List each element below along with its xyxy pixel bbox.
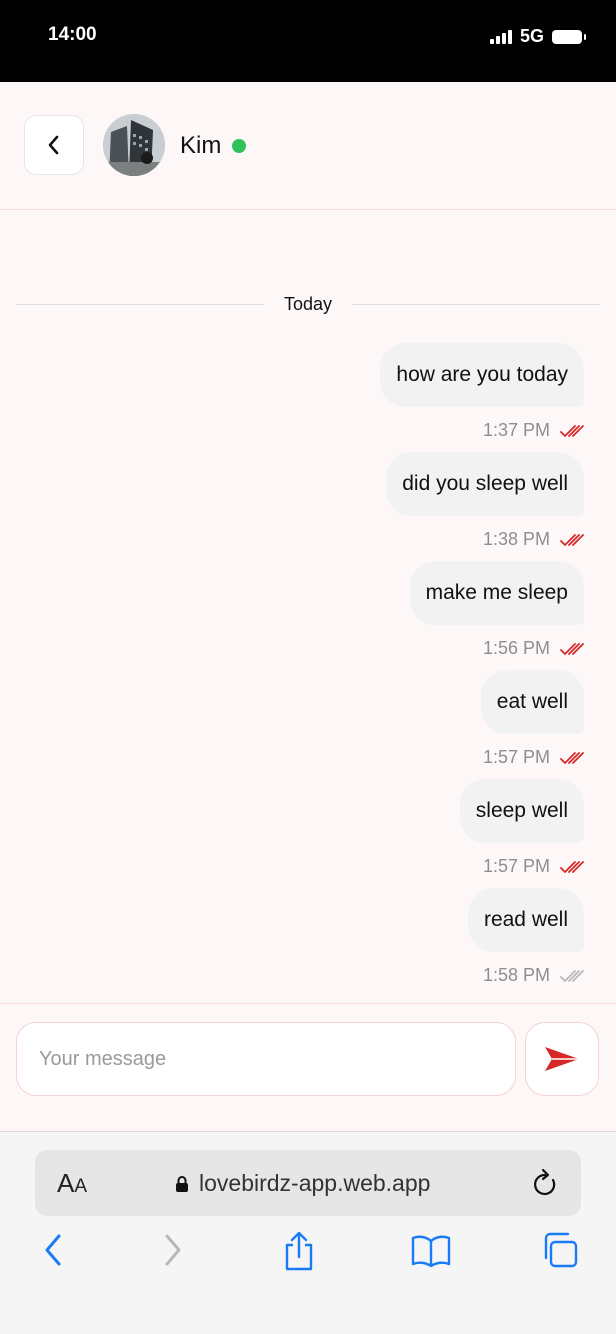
message-meta: 1:37 PM: [483, 420, 584, 441]
back-button[interactable]: [24, 115, 84, 175]
message-meta: 1:57 PM: [483, 856, 584, 877]
contact-name: Kim: [180, 132, 222, 159]
browser-back-icon[interactable]: [40, 1230, 66, 1270]
message-bubble[interactable]: sleep well: [459, 779, 584, 843]
chat-header: Kim: [0, 82, 616, 210]
message-bubble[interactable]: read well: [467, 888, 584, 952]
double-check-icon: [560, 751, 584, 764]
message-time: 1:57 PM: [482, 856, 550, 876]
browser-forward-icon[interactable]: [160, 1230, 186, 1270]
send-icon: [545, 1047, 579, 1071]
send-button[interactable]: [525, 1022, 599, 1096]
status-time: 14:00: [48, 24, 97, 45]
message-time: 1:38 PM: [482, 529, 550, 549]
bookmarks-icon[interactable]: [410, 1230, 452, 1270]
network-label: 5G: [519, 26, 544, 46]
text-size-label-small: A: [74, 1176, 88, 1197]
message-input[interactable]: [16, 1022, 516, 1096]
message-meta: 1:38 PM: [483, 529, 584, 550]
share-icon[interactable]: [282, 1230, 316, 1272]
status-bar: 14:00 5G: [0, 0, 616, 82]
message-bubble[interactable]: make me sleep: [409, 561, 584, 625]
message-time: 1:37 PM: [482, 420, 550, 440]
message-time: 1:57 PM: [482, 747, 550, 767]
message-bubble[interactable]: eat well: [480, 670, 584, 734]
double-check-icon: [560, 860, 584, 873]
double-check-icon: [560, 424, 584, 437]
battery-icon: [552, 29, 586, 44]
status-indicators: 5G: [489, 26, 586, 47]
text-size-button[interactable]: AA: [57, 1168, 87, 1199]
signal-icon: [489, 29, 512, 44]
message-composer: [0, 1003, 616, 1132]
message-meta: 1:58 PM: [483, 965, 584, 986]
double-check-icon: [560, 533, 584, 546]
browser-toolbar: AA lovebirdz-app.web.app: [0, 1131, 616, 1334]
tabs-icon[interactable]: [542, 1230, 580, 1270]
text-size-label-big: A: [57, 1168, 75, 1198]
url-text: lovebirdz-app.web.app: [199, 1170, 431, 1196]
lock-icon: [176, 1175, 188, 1192]
address-bar[interactable]: AA lovebirdz-app.web.app: [35, 1150, 581, 1216]
message-bubble[interactable]: how are you today: [380, 343, 584, 407]
message-time: 1:58 PM: [482, 965, 550, 985]
message-bubble[interactable]: did you sleep well: [386, 452, 584, 516]
message-time: 1:56 PM: [482, 638, 550, 658]
message-meta: 1:56 PM: [483, 638, 584, 659]
double-check-icon: [560, 642, 584, 655]
avatar[interactable]: [103, 114, 165, 176]
double-check-icon: [560, 969, 584, 982]
message-meta: 1:57 PM: [483, 747, 584, 768]
url-display[interactable]: lovebirdz-app.web.app: [175, 1170, 430, 1197]
online-status-dot: [232, 139, 246, 153]
back-chevron-icon: [48, 135, 59, 155]
date-separator: Today: [283, 294, 333, 314]
avatar-image: [103, 114, 165, 176]
reload-icon[interactable]: [531, 1168, 559, 1198]
